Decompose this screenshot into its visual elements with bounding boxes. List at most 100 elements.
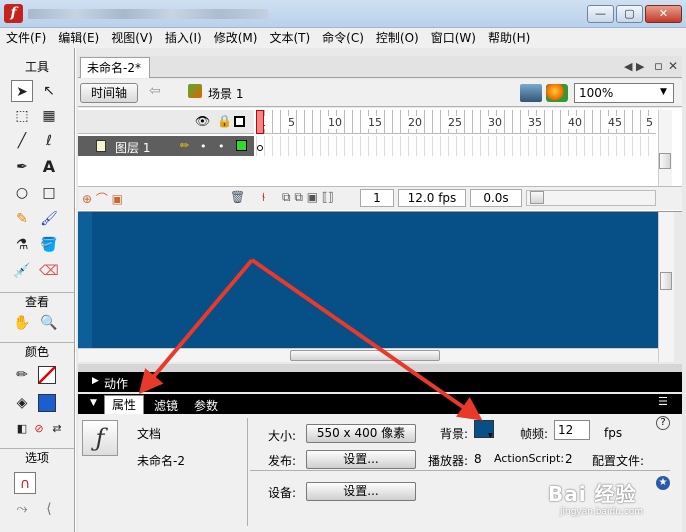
current-frame-field: 1 — [360, 189, 394, 207]
text-tool-icon[interactable]: A — [38, 156, 60, 178]
pencil-icon: ✏ — [180, 139, 190, 152]
snap-magnet-icon[interactable]: ∩ — [14, 472, 36, 494]
stroke-color-icon[interactable]: ✏ — [11, 364, 33, 386]
eye-icon[interactable]: 👁 — [195, 114, 210, 128]
tab-filters[interactable]: 滤镜 — [154, 397, 178, 414]
stroke-color-swatch[interactable] — [38, 366, 56, 384]
menu-text[interactable]: 文本(T) — [263, 28, 316, 48]
fill-color-swatch[interactable] — [38, 394, 56, 412]
fill-color-icon[interactable]: ◈ — [11, 392, 33, 414]
tab-restore-icon[interactable]: ▫ — [654, 59, 663, 74]
pen-tool-icon[interactable]: ✒ — [11, 156, 33, 178]
selection-tool-icon[interactable]: ➤ — [11, 80, 33, 102]
tab-close-icon[interactable]: ✕ — [668, 59, 678, 73]
free-transform-tool-icon[interactable]: ⬚ — [11, 105, 33, 127]
collapse-arrow-icon[interactable]: ▼ — [90, 398, 97, 408]
flash-logo-icon: f — [4, 4, 23, 23]
subselection-tool-icon[interactable]: ↖ — [38, 80, 60, 102]
options-section-header: 选项 — [0, 448, 74, 467]
back-arrow-icon[interactable]: ⇦ — [149, 83, 161, 99]
menu-modify[interactable]: 修改(M) — [208, 28, 264, 48]
timeline-toggle-button[interactable]: 时间轴 — [80, 83, 138, 103]
timeline-vertical-scrollbar[interactable] — [658, 110, 672, 186]
frame-number: 20 — [407, 116, 423, 129]
brush-tool-icon[interactable]: 🖌 — [38, 208, 60, 230]
panel-resize-handle[interactable] — [78, 364, 682, 372]
eyedropper-tool-icon[interactable]: 💉 — [11, 260, 33, 282]
layer-visible-dot[interactable]: • — [200, 140, 207, 153]
tab-properties[interactable]: 属性 — [104, 395, 144, 414]
stage-canvas[interactable] — [78, 212, 658, 348]
menu-edit[interactable]: 编辑(E) — [52, 28, 105, 48]
timeline-hscroll-thumb[interactable] — [530, 191, 544, 204]
paint-bucket-tool-icon[interactable]: 🪣 — [38, 234, 60, 256]
outline-icon[interactable] — [234, 116, 245, 127]
accessibility-icon[interactable]: ★ — [656, 476, 670, 490]
smooth-icon[interactable]: ⤳ — [11, 498, 33, 520]
oval-tool-icon[interactable]: ○ — [11, 182, 33, 204]
maximize-button[interactable]: ▢ — [616, 5, 643, 23]
timeline-horizontal-scrollbar[interactable] — [526, 190, 656, 206]
publish-settings-button[interactable]: 设置... — [306, 450, 416, 469]
scene-clapper-icon — [188, 84, 202, 98]
menu-commands[interactable]: 命令(C) — [316, 28, 370, 48]
stage-vscroll-thumb[interactable] — [660, 272, 672, 290]
device-settings-button[interactable]: 设置... — [306, 482, 416, 501]
actionscript-value: 2 — [565, 452, 573, 466]
swap-colors-icon[interactable]: ⇄ — [46, 418, 68, 440]
menu-window[interactable]: 窗口(W) — [425, 28, 482, 48]
rectangle-tool-icon[interactable]: □ — [38, 182, 60, 204]
layer-name[interactable]: 图层 1 — [115, 139, 150, 156]
close-button[interactable]: ✕ — [645, 5, 682, 23]
layer-outline-color[interactable] — [236, 140, 247, 151]
trash-icon[interactable]: 🗑 — [230, 190, 245, 204]
panel-menu-icon[interactable]: ☰ — [658, 395, 668, 408]
fps-unit: fps — [604, 426, 623, 440]
add-layer-icons[interactable]: ⊕ ⌒ ▣ — [82, 190, 123, 207]
divider — [247, 418, 248, 526]
actionscript-label: ActionScript: — [494, 452, 565, 465]
layer-lock-dot[interactable]: • — [218, 140, 225, 153]
lasso-tool-icon[interactable]: ℓ — [38, 130, 60, 152]
line-tool-icon[interactable]: ╱ — [11, 130, 33, 152]
menu-help[interactable]: 帮助(H) — [482, 28, 536, 48]
keyframe-dot[interactable] — [257, 145, 263, 151]
timeline-scroll-thumb[interactable] — [659, 153, 671, 169]
actions-panel-title[interactable]: 动作 — [104, 375, 128, 392]
frame-rate-input[interactable]: 12 — [554, 420, 590, 440]
menu-insert[interactable]: 插入(I) — [159, 28, 208, 48]
hand-tool-icon[interactable]: ✋ — [11, 312, 33, 334]
tab-parameters[interactable]: 参数 — [194, 397, 218, 414]
document-tab[interactable]: 未命名-2* — [80, 57, 150, 78]
frames-row[interactable] — [256, 136, 656, 156]
menu-file[interactable]: 文件(F) — [0, 28, 52, 48]
lock-icon[interactable]: 🔒 — [217, 114, 232, 128]
eraser-tool-icon[interactable]: ⌫ — [38, 260, 60, 282]
frame-rate-field[interactable]: 12.0 fps — [398, 189, 466, 207]
tab-scroll-icons[interactable]: ◀ ▶ — [624, 60, 644, 73]
zoom-tool-icon[interactable]: 🔍 — [38, 312, 60, 334]
pencil-tool-icon[interactable]: ✎ — [11, 208, 33, 230]
ink-bottle-tool-icon[interactable]: ⚗ — [11, 234, 33, 256]
size-button[interactable]: 550 x 400 像素 — [306, 424, 416, 443]
expand-arrow-icon[interactable]: ▶ — [92, 376, 99, 386]
straighten-icon[interactable]: ⟨ — [38, 498, 60, 520]
chevron-down-icon[interactable]: ▼ — [660, 87, 667, 97]
edit-scene-icon[interactable] — [520, 84, 542, 102]
zoom-select[interactable]: 100% — [574, 83, 674, 103]
gradient-transform-tool-icon[interactable]: ▦ — [38, 105, 60, 127]
help-icon[interactable]: ? — [656, 416, 670, 430]
edit-symbols-icon[interactable] — [546, 84, 568, 102]
minimize-button[interactable]: — — [587, 5, 614, 23]
actions-panel-bar[interactable] — [78, 372, 682, 392]
menu-bar: 文件(F) 编辑(E) 视图(V) 插入(I) 修改(M) 文本(T) 命令(C… — [0, 28, 686, 48]
frame-number: 30 — [487, 116, 503, 129]
playhead[interactable] — [256, 110, 264, 134]
menu-view[interactable]: 视图(V) — [105, 28, 159, 48]
frame-number: 10 — [327, 116, 343, 129]
center-frame-icon[interactable]: ⫮ — [262, 190, 265, 205]
window-title-blurred — [28, 9, 268, 19]
menu-control[interactable]: 控制(O) — [370, 28, 425, 48]
onion-skin-icons[interactable]: ⧉ ⧉ ▣ ⟦⟧ — [282, 190, 334, 205]
stage-hscroll-thumb[interactable] — [290, 350, 440, 361]
